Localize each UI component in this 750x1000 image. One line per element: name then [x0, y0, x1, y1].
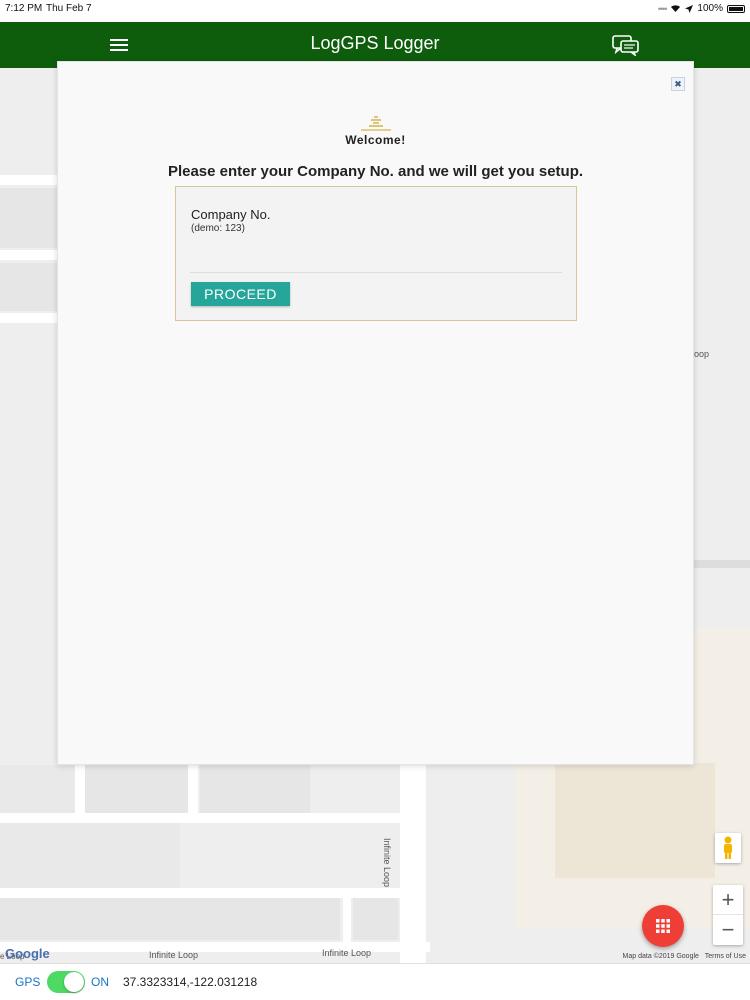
- road-label: Infinite Loop: [149, 950, 199, 960]
- signal-icon: ••••: [657, 3, 668, 14]
- zoom-out-button[interactable]: −: [713, 915, 743, 945]
- street-view-pegman-icon[interactable]: [715, 833, 741, 863]
- zoom-controls: + −: [713, 885, 743, 945]
- road-label: Infinite Loop: [322, 948, 372, 958]
- toggle-knob: [64, 972, 84, 992]
- logo-icon: [361, 116, 391, 131]
- company-form: Company No. (demo: 123) PROCEED: [175, 186, 577, 321]
- close-icon[interactable]: ✖: [671, 77, 685, 91]
- terms-link[interactable]: Terms of Use: [705, 953, 746, 960]
- map-credit: Map data ©2019 Google Terms of Use: [623, 953, 746, 960]
- status-time: 7:12 PM: [5, 3, 43, 14]
- status-right: •••• 100%: [658, 3, 745, 14]
- road-label-vertical: Infinite Loop: [382, 838, 392, 888]
- instruction-text: Please enter your Company No. and we wil…: [167, 163, 584, 180]
- gps-label: GPS: [15, 975, 41, 989]
- proceed-button[interactable]: PROCEED: [191, 282, 290, 306]
- gps-toggle[interactable]: [47, 971, 85, 993]
- company-no-hint: (demo: 123): [191, 223, 245, 234]
- bottom-bar: GPS ON 37.3323314,-122.031218: [0, 963, 750, 1000]
- wifi-icon: [671, 5, 681, 12]
- company-no-label: Company No.: [191, 207, 271, 222]
- welcome-modal: ✖ Welcome! Please enter your Company No.…: [57, 61, 694, 765]
- zoom-in-button[interactable]: +: [713, 885, 743, 915]
- battery-icon: [727, 4, 745, 13]
- company-no-input[interactable]: [190, 239, 562, 273]
- chat-icon[interactable]: [612, 34, 640, 56]
- map-data-text: Map data ©2019 Google: [622, 953, 699, 960]
- grid-menu-button[interactable]: [642, 905, 684, 947]
- google-logo: Google: [5, 946, 50, 961]
- status-date: Thu Feb 7: [46, 3, 92, 14]
- grid-icon: [656, 919, 670, 933]
- gps-state-label: ON: [91, 975, 109, 989]
- battery-percent: 100%: [697, 3, 723, 14]
- location-arrow-icon: [685, 4, 694, 13]
- road-label: oop: [694, 349, 710, 359]
- welcome-heading: Welcome!: [345, 133, 406, 147]
- gps-coordinates: 37.3323314,-122.031218: [123, 975, 258, 989]
- status-bar: 7:12 PM Thu Feb 7 •••• 100%: [0, 0, 750, 22]
